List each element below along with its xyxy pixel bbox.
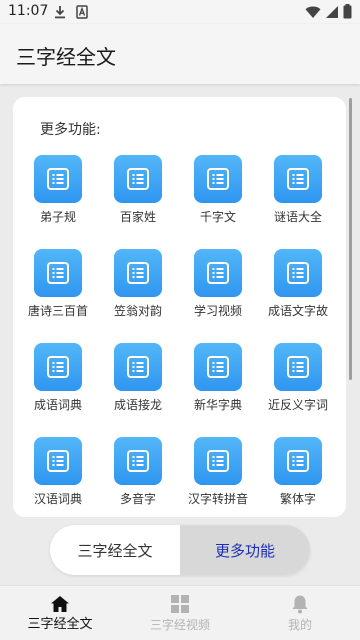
feature-tile[interactable]: 新华字典 bbox=[178, 343, 258, 437]
feature-label: 学习视频 bbox=[193, 304, 242, 318]
feature-tile[interactable]: 汉字转拼音 bbox=[178, 437, 258, 517]
feature-tile[interactable]: 唐诗三百首 bbox=[18, 249, 98, 343]
battery-icon bbox=[343, 4, 352, 23]
font-icon bbox=[76, 4, 88, 23]
list-icon bbox=[34, 155, 82, 203]
feature-label: 近反义字词 bbox=[267, 398, 328, 412]
feature-label: 笠翁对韵 bbox=[113, 304, 162, 318]
nav-label: 三字经视频 bbox=[149, 618, 210, 632]
feature-label: 百家姓 bbox=[119, 210, 156, 224]
grid-icon bbox=[170, 594, 190, 614]
list-icon bbox=[274, 343, 322, 391]
home-icon bbox=[50, 594, 70, 614]
feature-label: 新华字典 bbox=[193, 398, 242, 412]
signal-icon bbox=[325, 4, 339, 23]
feature-label: 千字文 bbox=[199, 210, 236, 224]
list-icon bbox=[194, 437, 242, 485]
nav-item-videos[interactable]: 三字经视频 bbox=[120, 586, 240, 640]
toggle-full-text[interactable]: 三字经全文 bbox=[50, 525, 180, 575]
feature-tile[interactable]: 千字文 bbox=[178, 155, 258, 249]
status-icons-right bbox=[305, 4, 352, 23]
feature-tile[interactable]: 百家姓 bbox=[98, 155, 178, 249]
feature-tile[interactable]: 汉语词典 bbox=[18, 437, 98, 517]
status-bar: 11:07 bbox=[0, 0, 360, 24]
feature-label: 弟子规 bbox=[39, 210, 76, 224]
section-title: 更多功能: bbox=[40, 122, 101, 138]
feature-tile[interactable]: 成语接龙 bbox=[98, 343, 178, 437]
scrollbar[interactable] bbox=[349, 98, 352, 380]
feature-tile[interactable]: 繁体字 bbox=[258, 437, 338, 517]
download-icon bbox=[54, 4, 66, 23]
feature-label: 谜语大全 bbox=[273, 210, 322, 224]
nav-label: 三字经全文 bbox=[27, 617, 93, 632]
list-icon bbox=[114, 155, 162, 203]
list-icon bbox=[194, 155, 242, 203]
status-icons-left bbox=[54, 4, 88, 23]
wifi-icon bbox=[305, 4, 321, 23]
status-time: 11:07 bbox=[8, 3, 49, 19]
feature-label: 成语接龙 bbox=[113, 398, 162, 412]
list-icon bbox=[114, 249, 162, 297]
feature-tile[interactable]: 近反义字词 bbox=[258, 343, 338, 437]
list-icon bbox=[274, 249, 322, 297]
list-icon bbox=[114, 437, 162, 485]
feature-label: 繁体字 bbox=[279, 492, 316, 506]
feature-label: 多音字 bbox=[119, 492, 156, 506]
feature-tile[interactable]: 成语文字故 bbox=[258, 249, 338, 343]
list-icon bbox=[34, 437, 82, 485]
nav-item-full-text[interactable]: 三字经全文 bbox=[0, 586, 120, 640]
feature-tile[interactable]: 学习视频 bbox=[178, 249, 258, 343]
features-card: 更多功能: 弟子规 百家姓 千字文 谜语大全唐诗三百首 笠翁对韵 学习视频 成语文字故成语词… bbox=[13, 97, 346, 517]
feature-label: 成语词典 bbox=[33, 398, 82, 412]
feature-tile[interactable]: 多音字 bbox=[98, 437, 178, 517]
bell-icon bbox=[291, 594, 309, 614]
toggle-more-features[interactable]: 更多功能 bbox=[180, 525, 310, 575]
feature-tile[interactable]: 笠翁对韵 bbox=[98, 249, 178, 343]
list-icon bbox=[194, 249, 242, 297]
feature-label: 汉语词典 bbox=[33, 492, 82, 506]
list-icon bbox=[114, 343, 162, 391]
view-toggle: 三字经全文 更多功能 bbox=[50, 525, 310, 575]
feature-label: 汉字转拼音 bbox=[187, 492, 248, 506]
feature-tile[interactable]: 弟子规 bbox=[18, 155, 98, 249]
features-grid: 弟子规 百家姓 千字文 谜语大全唐诗三百首 笠翁对韵 学习视频 成语文字故成语词典 成语接龙 新… bbox=[18, 155, 338, 517]
feature-label: 唐诗三百首 bbox=[27, 304, 88, 318]
list-icon bbox=[194, 343, 242, 391]
list-icon bbox=[34, 249, 82, 297]
app-bar: 三字经全文 bbox=[0, 24, 360, 84]
list-icon bbox=[274, 155, 322, 203]
page-title: 三字经全文 bbox=[16, 45, 116, 69]
feature-tile[interactable]: 谜语大全 bbox=[258, 155, 338, 249]
feature-tile[interactable]: 成语词典 bbox=[18, 343, 98, 437]
bottom-nav: 三字经全文 三字经视频 我的 bbox=[0, 585, 360, 640]
nav-item-mine[interactable]: 我的 bbox=[240, 586, 360, 640]
list-icon bbox=[34, 343, 82, 391]
feature-label: 成语文字故 bbox=[267, 304, 328, 318]
nav-label: 我的 bbox=[287, 618, 312, 632]
list-icon bbox=[274, 437, 322, 485]
